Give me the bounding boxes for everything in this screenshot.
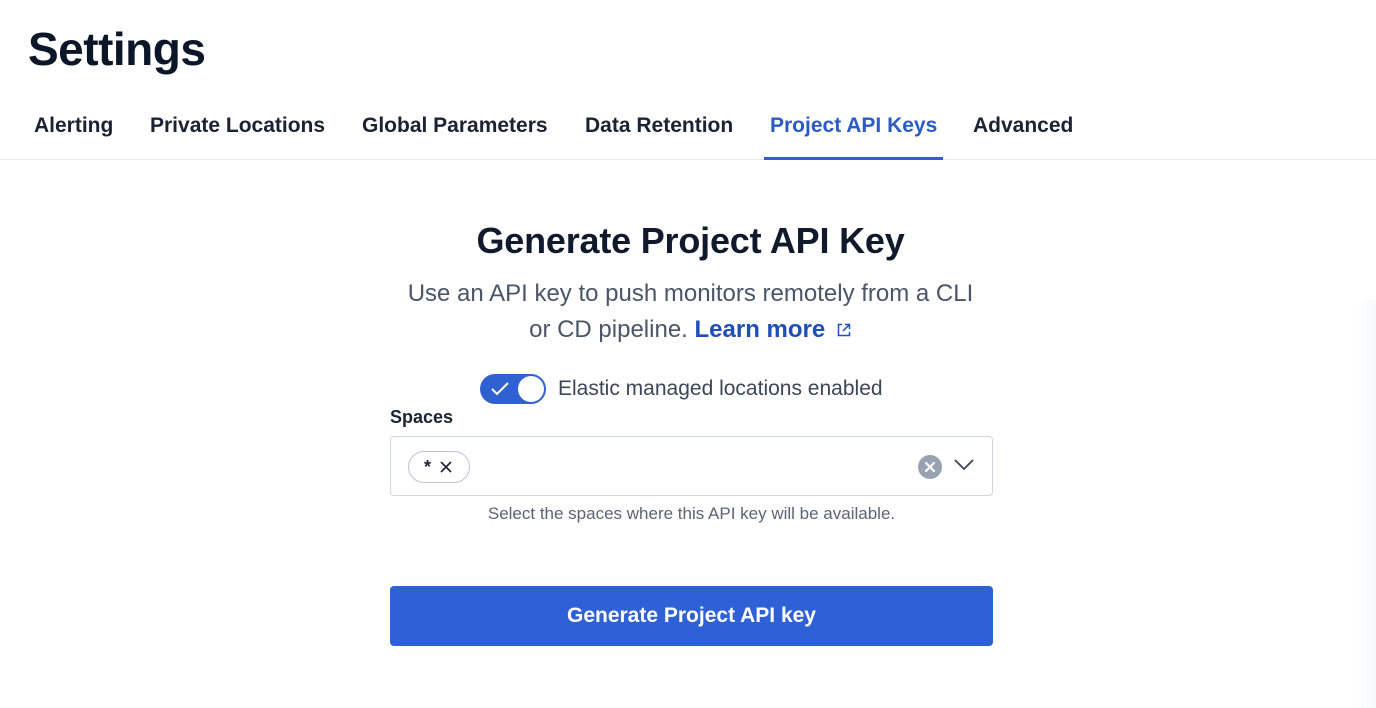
description-line2-wrap: or CD pipeline. Learn more — [0, 312, 1376, 349]
spaces-label: Spaces — [390, 407, 454, 427]
section-description: Use an API key to push monitors remotely… — [0, 276, 1376, 349]
switch-knob — [518, 376, 544, 402]
description-line2: or CD pipeline. — [529, 316, 688, 343]
tab-alerting[interactable]: Alerting — [34, 100, 113, 160]
spaces-help-text: Select the spaces where this API key wil… — [487, 504, 896, 523]
managed-locations-switch[interactable] — [480, 374, 546, 404]
space-chip-label: * — [424, 456, 432, 477]
tab-data-retention[interactable]: Data Retention — [585, 100, 733, 160]
spaces-combobox[interactable]: * — [390, 436, 993, 496]
tab-project-api-keys[interactable]: Project API Keys — [770, 100, 937, 160]
active-tab-indicator — [764, 157, 943, 160]
page-title: Settings — [28, 23, 206, 75]
description-line1: Use an API key to push monitors remotely… — [407, 280, 974, 307]
tab-advanced[interactable]: Advanced — [973, 100, 1073, 160]
tab-private-locations[interactable]: Private Locations — [150, 100, 325, 160]
managed-locations-toggle-row: Elastic managed locations enabled — [480, 373, 883, 405]
external-link-icon — [836, 313, 852, 349]
settings-tabs: Alerting Private Locations Global Parame… — [0, 100, 1376, 160]
clear-icon[interactable] — [918, 455, 942, 479]
check-icon — [490, 381, 510, 402]
close-icon[interactable] — [439, 460, 453, 474]
chevron-down-icon[interactable] — [953, 458, 975, 472]
space-chip[interactable]: * — [408, 451, 470, 483]
learn-more-label: Learn more — [694, 316, 826, 343]
section-heading: Generate Project API Key — [476, 220, 905, 261]
managed-locations-label: Elastic managed locations enabled — [558, 377, 883, 400]
generate-api-key-button[interactable]: Generate Project API key — [390, 586, 993, 646]
learn-more-link[interactable]: Learn more — [695, 316, 852, 343]
tab-global-parameters[interactable]: Global Parameters — [362, 100, 548, 160]
edge-shadow — [1356, 300, 1376, 708]
